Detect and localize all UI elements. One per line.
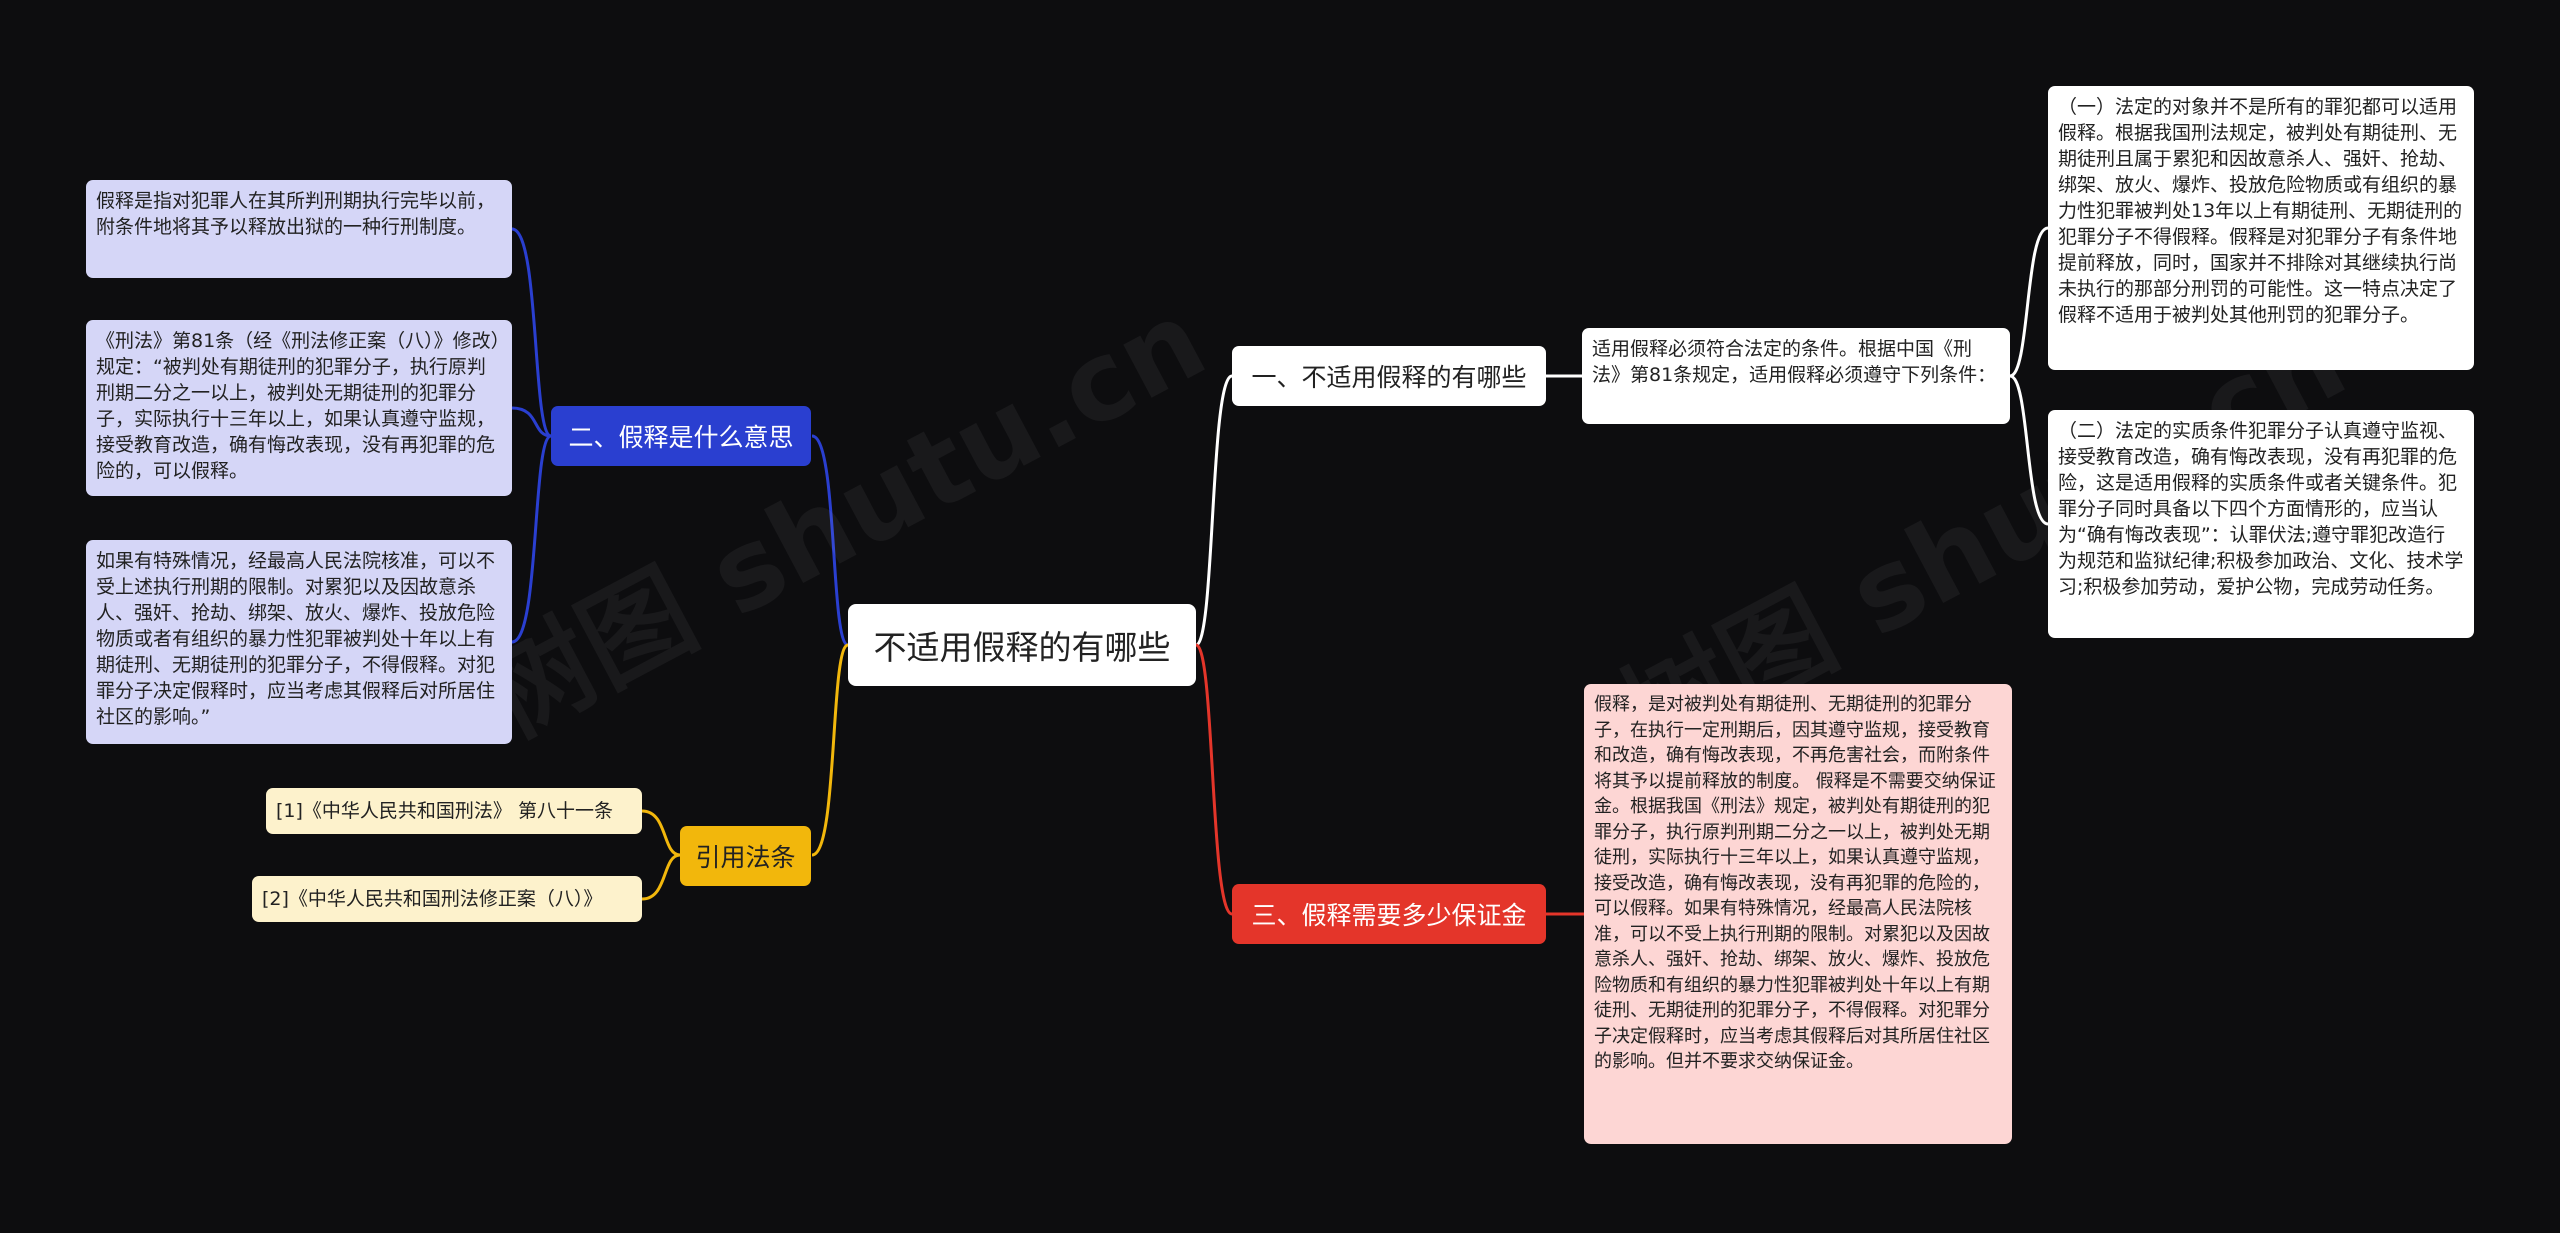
link-root-b3 <box>1194 643 1233 916</box>
link-intro-item1 <box>2009 226 2049 378</box>
branch-cited-laws[interactable]: 引用法条 <box>680 826 811 886</box>
condition-item-1[interactable]: （一）法定的对象并不是所有的罪犯都可以适用假释。根据我国刑法规定，被判处有期徒刑… <box>2048 86 2474 370</box>
link-b4-item2 <box>641 853 681 901</box>
meaning-item-3[interactable]: 如果有特殊情况，经最高人民法院核准，可以不受上述执行刑期的限制。对累犯以及因故意… <box>86 540 512 744</box>
root-topic[interactable]: 不适用假释的有哪些 <box>848 604 1196 686</box>
link-b2-item1 <box>511 227 552 438</box>
law-citation-1[interactable]: [1]《中华人民共和国刑法》 第八十一条 <box>266 788 642 834</box>
branch-not-applicable[interactable]: 一、不适用假释的有哪些 <box>1232 346 1546 406</box>
branch-bail-amount[interactable]: 三、假释需要多少保证金 <box>1232 884 1546 944</box>
branch-parole-meaning[interactable]: 二、假释是什么意思 <box>551 406 811 466</box>
law-citation-2[interactable]: [2]《中华人民共和国刑法修正案（八）》 <box>252 876 642 922</box>
condition-item-2[interactable]: （二）法定的实质条件犯罪分子认真遵守监视、接受教育改造，确有悔改表现，没有再犯罪… <box>2048 410 2474 638</box>
meaning-item-2[interactable]: 《刑法》第81条（经《刑法修正案（八）》修改）规定：“被判处有期徒刑的犯罪分子，… <box>86 320 512 496</box>
link-root-b1 <box>1194 374 1233 647</box>
meaning-item-1[interactable]: 假释是指对犯罪人在其所判刑期执行完毕以前，附条件地将其予以释放出狱的一种行刑制度… <box>86 180 512 278</box>
link-b4-item1 <box>641 809 681 857</box>
branch-bail-amount-content[interactable]: 假释，是对被判处有期徒刑、无期徒刑的犯罪分子，在执行一定刑期后，因其遵守监规，接… <box>1584 684 2012 1144</box>
mindmap-canvas: 树图 shutu.cn 树图 shutu.cn 不适用假释的有哪些 一、不适用假… <box>0 0 2560 1233</box>
link-root-b4 <box>811 643 850 857</box>
branch-not-applicable-intro[interactable]: 适用假释必须符合法定的条件。根据中国《刑法》第81条规定，适用假释必须遵守下列条… <box>1582 328 2010 424</box>
